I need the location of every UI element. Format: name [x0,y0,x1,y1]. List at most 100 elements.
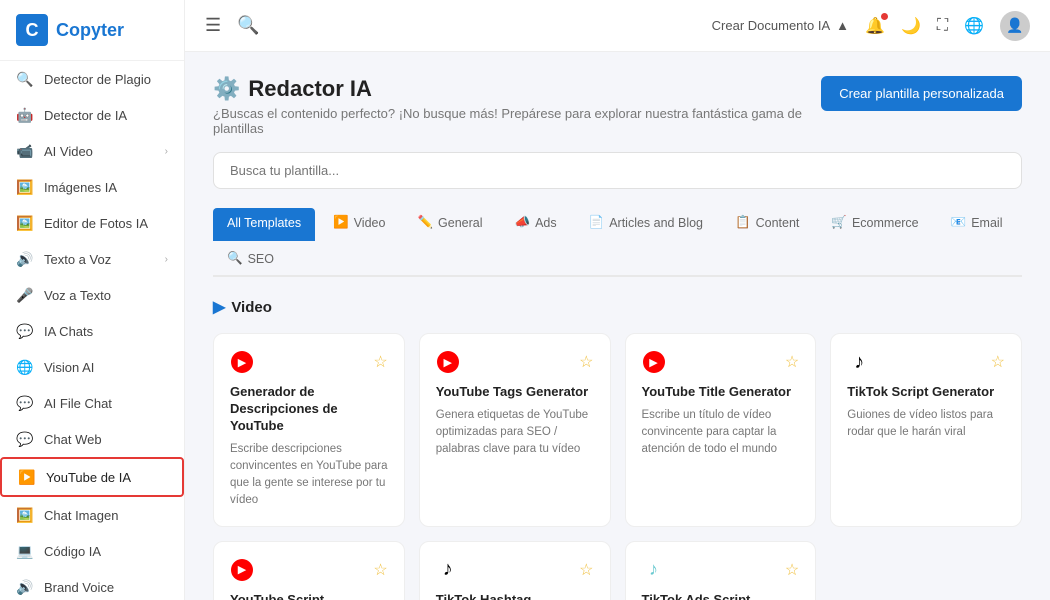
sidebar-item-chat-imagen[interactable]: 🖼️ Chat Imagen [0,497,184,533]
card-card-tiktok-ads[interactable]: ♪ ☆ TikTok Ads Script Generator Create a… [625,541,817,600]
tab-content[interactable]: 📋 Content [721,207,813,241]
sidebar-item-texto-a-voz[interactable]: 🔊 Texto a Voz › [0,241,184,277]
card-card-yt-tags[interactable]: ▶ ☆ YouTube Tags Generator Genera etique… [419,333,611,527]
sidebar-item-detector-ia[interactable]: 🤖 Detector de IA [0,97,184,133]
card-card-yt-title[interactable]: ▶ ☆ YouTube Title Generator Escribe un t… [625,333,817,527]
search-input[interactable] [213,152,1022,189]
youtube-de-ia-icon: ▶️ [18,468,36,486]
detector-plagio-icon: 🔍 [16,70,34,88]
sidebar-logo[interactable]: C Copyter [0,0,184,61]
star-icon[interactable]: ☆ [991,352,1005,372]
tab-email[interactable]: 📧Email [937,207,1017,241]
video-section-title: ▶ Video [213,297,1022,317]
sidebar-item-chat-web[interactable]: 💬 Chat Web [0,421,184,457]
sidebar-item-vision-ai[interactable]: 🌐 Vision AI [0,349,184,385]
tab-label-ads: Ads [535,216,557,230]
crear-plantilla-button[interactable]: Crear plantilla personalizada [821,76,1022,111]
video-cards-grid: ▶ ☆ Generador de Descripciones de YouTub… [213,333,1022,600]
sidebar-item-voz-a-texto[interactable]: 🎤 Voz a Texto [0,277,184,313]
star-icon[interactable]: ☆ [579,560,593,580]
sidebar-item-youtube-de-ia[interactable]: ▶️ YouTube de IA [0,457,184,497]
user-avatar[interactable]: 👤 [1000,11,1030,41]
youtube-icon: ▶ [231,351,253,373]
sidebar-item-detector-plagio[interactable]: 🔍 Detector de Plagio [0,61,184,97]
tabs-row: All Templates ▶️Video✏️General 📣 Ads 📄 Articl… [213,207,1022,277]
star-icon[interactable]: ☆ [579,352,593,372]
youtube-icon: ▶ [643,351,665,373]
chevron-icon: › [165,146,168,157]
tab-general[interactable]: ✏️General [403,207,496,241]
card-title: YouTube Title Generator [642,384,800,401]
tab-video[interactable]: ▶️Video [319,207,399,241]
ia-chats-icon: 💬 [16,322,34,340]
detector-ia-icon: 🤖 [16,106,34,124]
star-icon[interactable]: ☆ [373,560,387,580]
sidebar-item-ai-file-chat[interactable]: 💬 AI File Chat [0,385,184,421]
seo-icon: 🔍 [227,251,243,266]
menu-icon[interactable]: ☰ [205,15,221,36]
tab-label-ecommerce: Ecommerce [852,216,919,230]
fullscreen-icon[interactable]: ⛶ [937,17,948,35]
codigo-ia-icon: 💻 [16,542,34,560]
brand-voice-icon: 🔊 [16,578,34,596]
crear-documento-button[interactable]: Crear Documento IA ▲ [712,18,849,33]
tab-label-articles-blog: Articles and Blog [609,216,703,230]
tab-ads[interactable]: 📣 Ads [501,207,571,241]
tab-label-content: Content [756,216,800,230]
card-card-tiktok-script[interactable]: ♪ ☆ TikTok Script Generator Guiones de v… [830,333,1022,527]
tiktok-icon: ♪ [854,351,864,374]
notifications-bell[interactable]: 🔔 [865,16,885,36]
star-icon[interactable]: ☆ [785,352,799,372]
video-section-label: Video [231,299,272,316]
tab-label-seo: SEO [248,252,274,266]
search-icon[interactable]: 🔍 [237,15,259,36]
topbar-actions: 🔔 🌙 ⛶ 🌐 👤 [865,11,1030,41]
topbar: ☰ 🔍 Crear Documento IA ▲ 🔔 🌙 ⛶ 🌐 👤 [185,0,1050,52]
tab-seo[interactable]: 🔍 SEO [213,243,288,277]
general-icon: ✏️ [417,215,433,230]
card-top: ▶ ☆ [436,350,594,374]
ecommerce-icon: 🛒 [831,215,847,230]
dark-mode-icon[interactable]: 🌙 [901,16,921,36]
card-card-yt-script[interactable]: ▶ ☆ YouTube Script Generator Crea rápida… [213,541,405,600]
articles-blog-icon: 📄 [589,215,605,230]
vision-ai-icon: 🌐 [16,358,34,376]
sidebar-item-ai-video[interactable]: 📹 AI Video › [0,133,184,169]
card-card-tiktok-hashtag[interactable]: ♪ ☆ TikTok Hashtag Generator Generate Ti… [419,541,611,600]
ads-icon: 📣 [515,215,531,230]
star-icon[interactable]: ☆ [785,560,799,580]
tab-articles-blog[interactable]: 📄 Articles and Blog [575,207,717,241]
tab-ecommerce[interactable]: 🛒 Ecommerce [817,207,932,241]
card-desc: Escribe un título de vídeo convincente p… [642,407,800,459]
tab-label-all-templates: All Templates [227,216,301,230]
logo-text: Copyter [56,20,124,41]
sidebar-label-ai-file-chat: AI File Chat [44,396,112,411]
language-icon[interactable]: 🌐 [964,16,984,36]
youtube-icon: ▶ [437,351,459,373]
sidebar-item-brand-voice[interactable]: 🔊 Brand Voice [0,569,184,600]
redactor-icon: ⚙️ [213,76,240,102]
tiktok-icon: ♪ [443,558,453,581]
sidebar-label-ia-chats: IA Chats [44,324,93,339]
page-title-area: ⚙️ Redactor IA ¿Buscas el contenido perf… [213,76,821,136]
tiktok-ads-icon: ♪ [649,559,658,580]
chat-imagen-icon: 🖼️ [16,506,34,524]
sidebar-label-vision-ai: Vision AI [44,360,94,375]
content-icon: 📋 [735,215,751,230]
star-icon[interactable]: ☆ [373,352,387,372]
sidebar-item-editor-fotos-ia[interactable]: 🖼️ Editor de Fotos IA [0,205,184,241]
editor-fotos-ia-icon: 🖼️ [16,214,34,232]
sidebar-label-youtube-de-ia: YouTube de IA [46,470,131,485]
sidebar-item-ia-chats[interactable]: 💬 IA Chats [0,313,184,349]
card-card-yt-desc[interactable]: ▶ ☆ Generador de Descripciones de YouTub… [213,333,405,527]
main-area: ☰ 🔍 Crear Documento IA ▲ 🔔 🌙 ⛶ 🌐 👤 ⚙️ Re… [185,0,1050,600]
card-title: Generador de Descripciones de YouTube [230,384,388,435]
card-title: YouTube Tags Generator [436,384,594,401]
chat-web-icon: 💬 [16,430,34,448]
tab-all-templates[interactable]: All Templates [213,208,315,241]
sidebar-item-codigo-ia[interactable]: 💻 Código IA [0,533,184,569]
chevron-icon: › [165,254,168,265]
sidebar-item-imagenes-ia[interactable]: 🖼️ Imágenes IA [0,169,184,205]
page-title: ⚙️ Redactor IA [213,76,821,102]
video-icon: ▶️ [333,215,349,230]
